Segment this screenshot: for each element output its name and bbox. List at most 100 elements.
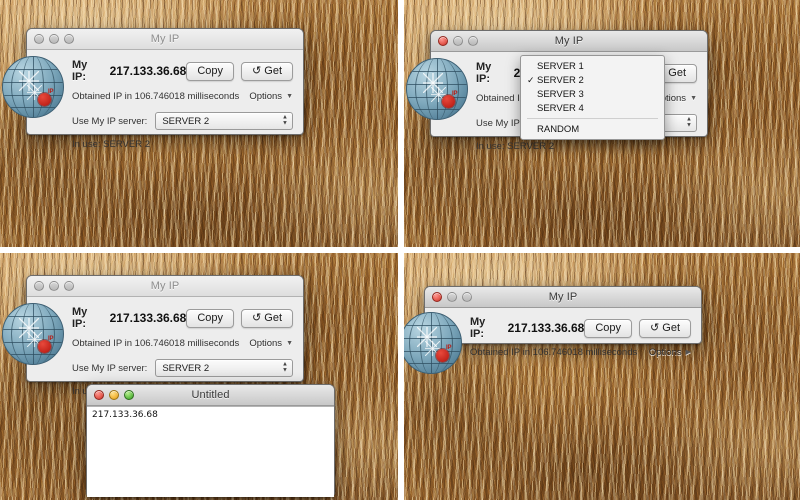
- ip-value: 217.133.36.68: [508, 321, 585, 335]
- menu-item-random[interactable]: RANDOM: [521, 122, 664, 136]
- window-body: IP My IP: 217.133.36.68 Copy: [27, 50, 303, 150]
- get-button-label: Get: [264, 65, 282, 77]
- get-button-label: Get: [668, 67, 686, 79]
- refresh-icon: ↻: [252, 313, 261, 324]
- status-text: Obtained IP in 106.746018 milliseconds: [72, 338, 239, 349]
- server-select[interactable]: SERVER 2 ▲▼: [155, 112, 293, 130]
- minimize-button[interactable]: [109, 390, 119, 400]
- refresh-icon: ↻: [252, 66, 261, 77]
- minimize-button[interactable]: [447, 292, 457, 302]
- options-toggle[interactable]: Options ▶: [649, 347, 691, 358]
- refresh-icon: ↻: [650, 323, 659, 334]
- traffic-lights[interactable]: [431, 36, 478, 46]
- menu-check-icon: ✓: [527, 75, 537, 86]
- options-label: Options: [649, 347, 682, 358]
- minimize-button[interactable]: [49, 281, 59, 291]
- window-content: My IP: 217.133.36.68 Copy ↻ Get: [27, 297, 303, 397]
- window-titlebar[interactable]: My IP: [27, 276, 303, 297]
- minimize-button[interactable]: [49, 34, 59, 44]
- ip-value: 217.133.36.68: [110, 64, 187, 78]
- in-use-text: In use: SERVER 2: [476, 141, 697, 152]
- status-text: Obtained IP in 106.746018 milliseconds: [72, 91, 239, 102]
- stepper-arrows-icon: ▲▼: [686, 118, 692, 129]
- copy-button[interactable]: Copy: [584, 319, 632, 338]
- copy-button-label: Copy: [595, 322, 621, 334]
- get-button[interactable]: ↻ Get: [639, 319, 691, 338]
- get-button[interactable]: ↻ Get: [241, 62, 293, 81]
- window-titlebar[interactable]: My IP: [425, 287, 701, 308]
- stepper-arrows-icon: ▲▼: [282, 363, 288, 374]
- window-body: IP My IP: 217.133.36.68 Copy: [27, 297, 303, 397]
- get-button-label: Get: [264, 312, 282, 324]
- chevron-down-icon: ▼: [286, 93, 293, 100]
- options-toggle[interactable]: Options ▼: [249, 338, 293, 349]
- ip-label: My IP:: [72, 59, 104, 83]
- close-button[interactable]: [94, 390, 104, 400]
- menu-item-label: SERVER 4: [537, 103, 584, 114]
- menu-item-server-3[interactable]: SERVER 3: [521, 87, 664, 101]
- close-button[interactable]: [432, 292, 442, 302]
- menu-separator: [527, 118, 658, 119]
- stepper-arrows-icon: ▲▼: [282, 116, 288, 127]
- menu-item-server-1[interactable]: SERVER 1: [521, 59, 664, 73]
- close-button[interactable]: [34, 281, 44, 291]
- panel-bottom-left: My IP IP: [0, 253, 398, 500]
- ip-value: 217.133.36.68: [110, 311, 187, 325]
- menu-item-label: SERVER 1: [537, 61, 584, 72]
- close-button[interactable]: [438, 36, 448, 46]
- window-titlebar[interactable]: My IP: [431, 31, 707, 52]
- copy-button[interactable]: Copy: [186, 309, 234, 328]
- server-dropdown-menu[interactable]: SERVER 1 ✓ SERVER 2 SERVER 3 SERVER 4 RA…: [520, 55, 665, 140]
- options-label: Options: [249, 338, 282, 349]
- get-button-label: Get: [662, 322, 680, 334]
- minimize-button[interactable]: [453, 36, 463, 46]
- zoom-button[interactable]: [124, 390, 134, 400]
- my-ip-window-collapsed[interactable]: My IP IP: [424, 286, 702, 344]
- close-button[interactable]: [34, 34, 44, 44]
- zoom-button[interactable]: [468, 36, 478, 46]
- chevron-down-icon: ▼: [690, 95, 697, 102]
- traffic-lights[interactable]: [27, 281, 74, 291]
- status-text: Obtained IP in 106.746018 milliseconds: [470, 347, 637, 358]
- window-body: IP My IP: 217.133.36.68 Copy: [425, 308, 701, 358]
- menu-item-server-4[interactable]: SERVER 4: [521, 101, 664, 115]
- traffic-lights[interactable]: [27, 34, 74, 44]
- my-ip-window[interactable]: My IP IP: [26, 275, 304, 382]
- textedit-text-area[interactable]: 217.133.36.68: [87, 406, 334, 497]
- textedit-window[interactable]: Untitled 217.133.36.68: [86, 384, 335, 497]
- chevron-down-icon: ▼: [286, 340, 293, 347]
- server-label: Use My IP server:: [72, 363, 147, 374]
- menu-item-label: SERVER 2: [537, 75, 584, 86]
- menu-item-server-2[interactable]: ✓ SERVER 2: [521, 73, 664, 87]
- textedit-titlebar[interactable]: Untitled: [87, 385, 334, 406]
- copy-button[interactable]: Copy: [186, 62, 234, 81]
- ip-label: My IP:: [476, 61, 508, 85]
- ip-label: My IP:: [470, 316, 502, 340]
- server-select[interactable]: SERVER 2 ▲▼: [155, 359, 293, 377]
- ip-label: My IP:: [72, 306, 104, 330]
- window-content: My IP: 217.133.36.68 Copy ↻ Get: [425, 308, 701, 358]
- server-label: Use My IP server:: [72, 116, 147, 127]
- options-toggle[interactable]: Options ▼: [249, 91, 293, 102]
- window-titlebar[interactable]: My IP: [27, 29, 303, 50]
- zoom-button[interactable]: [462, 292, 472, 302]
- zoom-button[interactable]: [64, 281, 74, 291]
- textedit-content: 217.133.36.68: [92, 410, 158, 420]
- panel-top-left: My IP IP: [0, 0, 398, 247]
- get-button[interactable]: ↻ Get: [241, 309, 293, 328]
- screenshot-grid: My IP IP: [0, 0, 800, 500]
- menu-item-label: RANDOM: [537, 124, 579, 135]
- server-select-value: SERVER 2: [162, 116, 209, 127]
- chevron-right-icon: ▶: [686, 349, 691, 356]
- panel-top-right: My IP IP: [404, 0, 800, 247]
- traffic-lights[interactable]: [87, 390, 134, 400]
- options-label: Options: [249, 91, 282, 102]
- zoom-button[interactable]: [64, 34, 74, 44]
- my-ip-window[interactable]: My IP IP: [26, 28, 304, 135]
- copy-button-label: Copy: [197, 65, 223, 77]
- copy-button-label: Copy: [197, 312, 223, 324]
- menu-item-label: SERVER 3: [537, 89, 584, 100]
- window-content: My IP: 217.133.36.68 Copy ↻ Get: [27, 50, 303, 150]
- traffic-lights[interactable]: [425, 292, 472, 302]
- in-use-text: In use: SERVER 2: [72, 139, 293, 150]
